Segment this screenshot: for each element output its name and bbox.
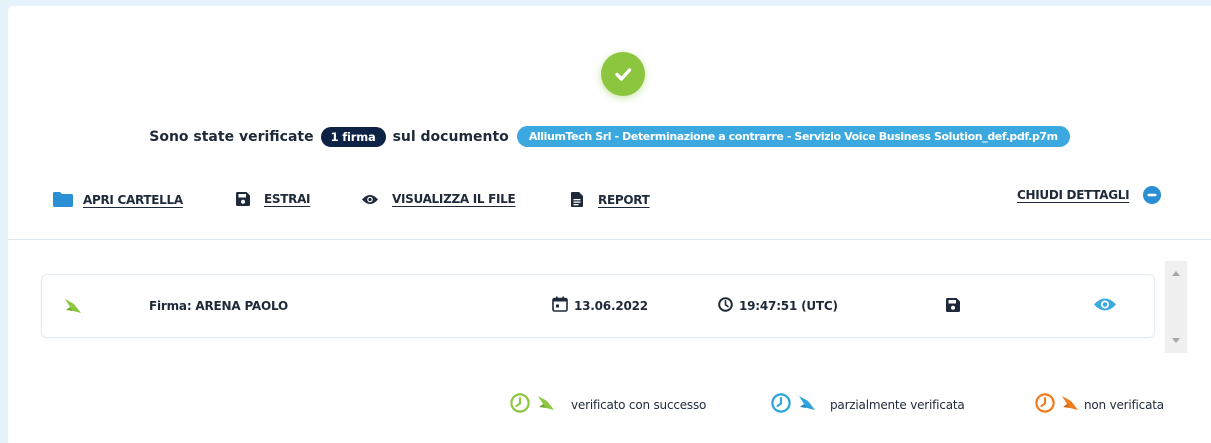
success-check-icon	[601, 52, 645, 96]
open-folder-button[interactable]: APRI CARTELLA	[53, 192, 183, 207]
legend-failed: non verificata	[1035, 390, 1164, 420]
clock-icon	[718, 296, 733, 316]
verification-panel: Sono state verificate 1 firma sul docume…	[8, 6, 1211, 443]
collapse-minus-icon	[1143, 186, 1162, 204]
signer-name: Firma: ARENA PAOLO	[149, 299, 289, 313]
blue-signature-icon	[798, 395, 816, 415]
eye-icon	[1094, 297, 1116, 316]
scroll-up-arrow-icon[interactable]	[1172, 271, 1180, 276]
section-divider	[8, 239, 1211, 240]
summary-prefix: Sono state verificate	[149, 128, 314, 145]
document-filename-badge: AlliumTech Srl - Determinazione a contra…	[516, 126, 1070, 147]
report-button[interactable]: REPORT	[571, 192, 650, 207]
signature-count-badge: 1 firma	[320, 126, 386, 147]
save-icon	[946, 297, 960, 316]
save-icon	[236, 192, 250, 206]
document-icon	[571, 192, 583, 207]
signature-time: 19:47:51 (UTC)	[718, 275, 838, 337]
report-label: REPORT	[598, 192, 650, 207]
eye-icon	[362, 194, 378, 205]
legend-partial-label: parzialmente verificata	[830, 398, 965, 412]
toolbar: APRI CARTELLA ESTRAI VISUALIZZA IL FILE …	[8, 186, 1211, 218]
legend-success-label: verificato con successo	[571, 398, 707, 412]
view-signature-button[interactable]	[1094, 275, 1116, 337]
signature-date: 13.06.2022	[552, 275, 648, 337]
orange-clock-icon	[1035, 393, 1055, 417]
calendar-icon	[552, 296, 568, 316]
verification-summary: Sono state verificate 1 firma sul docume…	[8, 126, 1211, 147]
view-file-label: VISUALIZZA IL FILE	[392, 192, 516, 206]
scroll-down-arrow-icon[interactable]	[1172, 338, 1180, 343]
signature-row: Firma: ARENA PAOLO 13.06.2022 19:47:51 (…	[41, 274, 1155, 338]
legend-partial: parzialmente verificata	[771, 390, 965, 420]
extract-button[interactable]: ESTRAI	[236, 192, 311, 206]
open-folder-label: APRI CARTELLA	[83, 192, 183, 207]
extract-signature-button[interactable]	[946, 275, 960, 337]
legend-failed-label: non verificata	[1084, 398, 1164, 412]
orange-signature-icon	[1061, 395, 1079, 415]
signature-time-text: 19:47:51 (UTC)	[739, 299, 838, 313]
signature-list-scrollbar[interactable]	[1165, 261, 1187, 353]
signature-status-icon	[64, 275, 82, 337]
folder-icon	[53, 192, 73, 207]
blue-clock-icon	[771, 393, 791, 417]
close-details-button[interactable]: CHIUDI DETTAGLI	[1017, 186, 1162, 204]
green-signature-icon	[537, 395, 555, 415]
view-file-button[interactable]: VISUALIZZA IL FILE	[362, 192, 516, 206]
legend-success: verificato con successo	[510, 390, 706, 420]
summary-middle: sul documento	[392, 128, 509, 145]
extract-label: ESTRAI	[264, 192, 311, 206]
signature-date-text: 13.06.2022	[574, 299, 648, 313]
green-clock-icon	[510, 393, 530, 417]
close-details-label: CHIUDI DETTAGLI	[1017, 188, 1130, 202]
